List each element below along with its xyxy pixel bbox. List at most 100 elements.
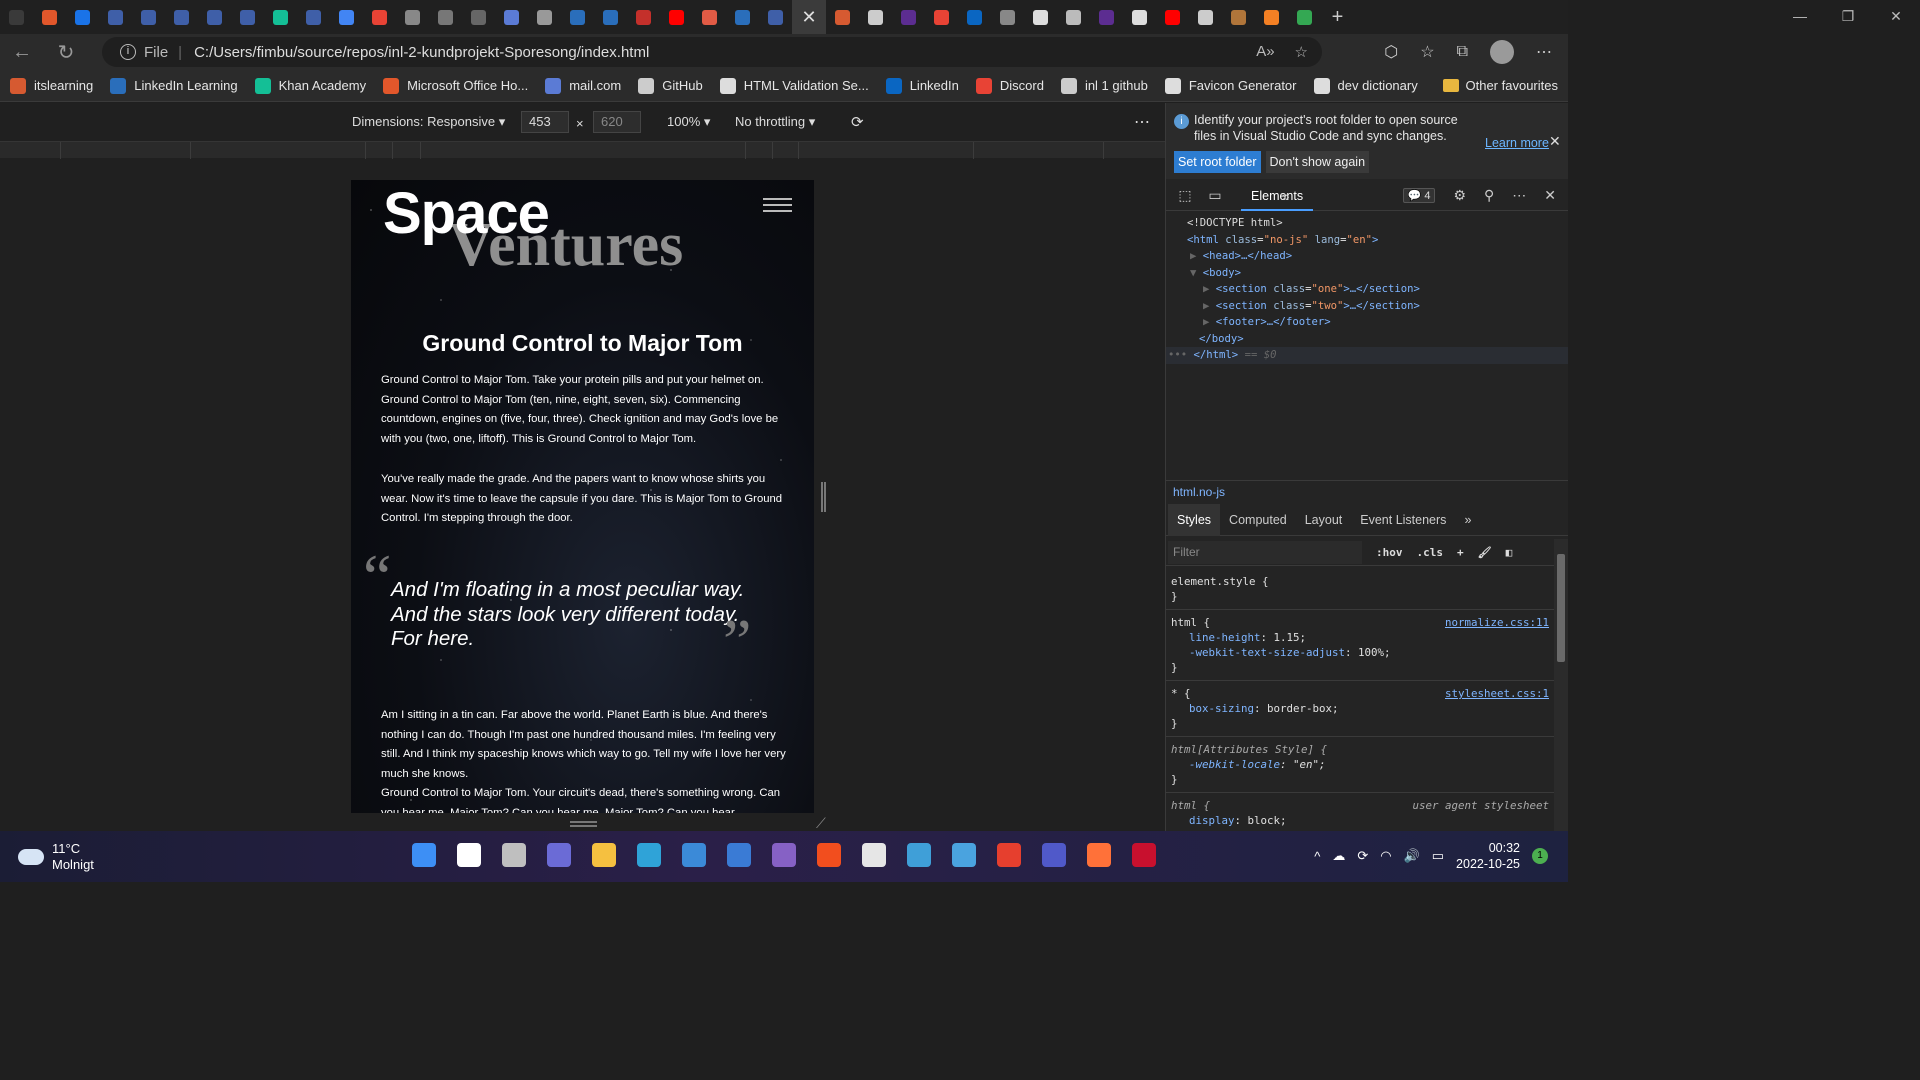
profile-avatar[interactable]: [1490, 40, 1514, 64]
cls-toggle[interactable]: .cls: [1417, 539, 1444, 566]
store-icon[interactable]: [682, 843, 706, 867]
dom-section-one[interactable]: ▶ <section class="one">…</section>: [1166, 281, 1568, 298]
browser-tab[interactable]: [165, 0, 198, 34]
visual-studio-icon[interactable]: [772, 843, 796, 867]
favourite-link[interactable]: Microsoft Office Ho...: [383, 77, 528, 94]
dom-body[interactable]: ▼ <body>: [1166, 265, 1568, 282]
browser-tab[interactable]: [660, 0, 693, 34]
notification-badge[interactable]: 1: [1532, 848, 1548, 864]
resize-handle-corner[interactable]: ⟋: [816, 815, 826, 832]
tray-overflow-icon[interactable]: ^: [1314, 849, 1320, 864]
browser-tab[interactable]: [1090, 0, 1123, 34]
teams-icon[interactable]: [1042, 843, 1066, 867]
favourite-link[interactable]: GitHub: [638, 77, 703, 94]
browser-tab[interactable]: [66, 0, 99, 34]
refresh-icon[interactable]: ↻: [44, 40, 88, 65]
active-tab[interactable]: ✕: [792, 0, 826, 34]
photos-icon[interactable]: [952, 843, 976, 867]
edge-icon[interactable]: [637, 843, 661, 867]
browser-tab[interactable]: [528, 0, 561, 34]
browser-tab[interactable]: [925, 0, 958, 34]
browser-tab[interactable]: [859, 0, 892, 34]
rule-universal[interactable]: stylesheet.css:1 * { box-sizing: border-…: [1166, 681, 1554, 737]
more-tabs-icon[interactable]: »: [1282, 188, 1290, 204]
browser-tab[interactable]: [958, 0, 991, 34]
extensions-icon[interactable]: ⬡: [1384, 42, 1398, 62]
onedrive-icon[interactable]: ☁: [1332, 848, 1345, 864]
throttling-select[interactable]: No throttling ▾: [735, 114, 815, 130]
viewport-width-input[interactable]: 453: [521, 111, 569, 133]
weather-widget[interactable]: 11°C Molnigt: [18, 841, 94, 873]
browser-tab[interactable]: [693, 0, 726, 34]
browser-tab[interactable]: [627, 0, 660, 34]
customize-icon[interactable]: ⚲: [1484, 187, 1494, 204]
dont-show-again-button[interactable]: Don't show again: [1265, 151, 1370, 173]
viewport-height-input[interactable]: 620: [593, 111, 641, 133]
other-favourites[interactable]: Other favourites: [1442, 78, 1558, 93]
browser-tab[interactable]: [429, 0, 462, 34]
favourite-link[interactable]: LinkedIn Learning: [110, 77, 238, 94]
rule-element-style[interactable]: element.style { }: [1166, 569, 1554, 610]
search-icon[interactable]: [457, 843, 481, 867]
resize-handle-right[interactable]: [821, 482, 826, 512]
issues-badge[interactable]: 💬 4: [1402, 188, 1436, 203]
toggle-sidebar-icon[interactable]: ◧: [1506, 539, 1513, 566]
sync-icon[interactable]: ⟳: [1357, 848, 1368, 864]
browser-tab[interactable]: [1057, 0, 1090, 34]
devtools-more-icon[interactable]: ⋯: [1512, 187, 1526, 204]
back-icon[interactable]: ←: [0, 41, 44, 64]
more-styles-tabs-icon[interactable]: »: [1455, 504, 1480, 536]
browser-tab[interactable]: [1123, 0, 1156, 34]
battery-icon[interactable]: ▭: [1432, 848, 1444, 864]
restore-icon[interactable]: ❐: [1824, 0, 1872, 34]
rule-source-link[interactable]: normalize.css:11: [1445, 615, 1549, 630]
vscode-icon[interactable]: [727, 843, 751, 867]
learn-more-link[interactable]: Learn more: [1485, 136, 1549, 150]
browser-tab[interactable]: [0, 0, 33, 34]
set-root-folder-button[interactable]: Set root folder: [1174, 151, 1261, 173]
rule-source-link[interactable]: stylesheet.css:1: [1445, 686, 1549, 701]
read-aloud-icon[interactable]: A»: [1256, 43, 1274, 61]
browser-tab[interactable]: [1255, 0, 1288, 34]
close-window-icon[interactable]: ✕: [1872, 0, 1920, 34]
tab-styles[interactable]: Styles: [1168, 503, 1221, 536]
tab-layout[interactable]: Layout: [1296, 504, 1352, 536]
dimensions-select[interactable]: Dimensions: Responsive ▾: [352, 114, 505, 130]
wifi-icon[interactable]: ◠: [1380, 848, 1391, 864]
dom-head[interactable]: ▶ <head>…</head>: [1166, 248, 1568, 265]
browser-tab[interactable]: [594, 0, 627, 34]
browser-tab[interactable]: [1156, 0, 1189, 34]
styles-filter-input[interactable]: Filter: [1168, 541, 1362, 564]
device-emulation-icon[interactable]: ▭: [1200, 187, 1230, 204]
hov-toggle[interactable]: :hov: [1376, 539, 1403, 566]
browser-tab[interactable]: [462, 0, 495, 34]
favourite-link[interactable]: Khan Academy: [254, 77, 366, 94]
dom-footer[interactable]: ▶ <footer>…</footer>: [1166, 314, 1568, 331]
tab-computed[interactable]: Computed: [1220, 504, 1296, 536]
device-toolbar-more-icon[interactable]: ⋯: [1134, 112, 1150, 132]
volume-icon[interactable]: 🔊: [1404, 848, 1420, 864]
browser-tab[interactable]: [363, 0, 396, 34]
close-devtools-icon[interactable]: ✕: [1544, 187, 1556, 204]
browser-tab[interactable]: [264, 0, 297, 34]
browser-tab[interactable]: [892, 0, 925, 34]
start-icon[interactable]: [412, 843, 436, 867]
paint-icon[interactable]: 🖌: [1478, 539, 1492, 566]
tab-event-listeners[interactable]: Event Listeners: [1351, 504, 1455, 536]
styles-scrollbar[interactable]: [1554, 539, 1568, 831]
dom-section-two[interactable]: ▶ <section class="two">…</section>: [1166, 298, 1568, 315]
favourite-link[interactable]: dev dictionary: [1313, 77, 1418, 94]
rule-html-normalize[interactable]: normalize.css:11 html { line-height: 1.1…: [1166, 610, 1554, 681]
browser-tab[interactable]: [561, 0, 594, 34]
favourite-link[interactable]: inl 1 github: [1060, 77, 1148, 94]
mcafee-icon[interactable]: [1132, 843, 1156, 867]
browser-tab[interactable]: [132, 0, 165, 34]
creative-cloud-icon[interactable]: [997, 843, 1021, 867]
notepad-icon[interactable]: [907, 843, 931, 867]
new-tab-icon[interactable]: +: [1321, 0, 1354, 34]
dom-doctype[interactable]: <!DOCTYPE html>: [1166, 215, 1568, 232]
favourite-link[interactable]: LinkedIn: [885, 77, 959, 94]
browser-tab[interactable]: [396, 0, 429, 34]
dom-html-open[interactable]: <html class="no-js" lang="en">: [1166, 232, 1568, 249]
address-bar[interactable]: i File | C:/Users/fimbu/source/repos/inl…: [102, 37, 1322, 67]
